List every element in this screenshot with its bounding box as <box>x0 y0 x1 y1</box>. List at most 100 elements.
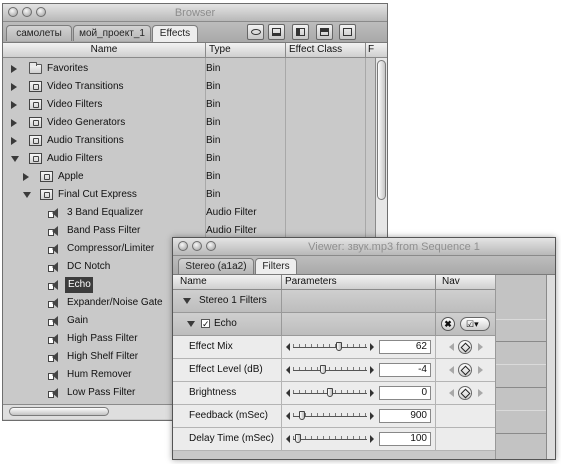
next-keyframe-icon[interactable] <box>478 343 483 351</box>
disclosure-triangle-icon[interactable] <box>11 119 17 127</box>
column-effect-class[interactable]: Effect Class <box>289 43 342 57</box>
browser-column-header: Name Type Effect Class F <box>3 43 387 58</box>
column-type[interactable]: Type <box>209 43 231 57</box>
slider-left-arrow-icon[interactable] <box>286 343 290 351</box>
slider-knob[interactable] <box>319 365 326 374</box>
list-item[interactable]: Audio Transitions Bin <box>3 132 375 150</box>
param-slider[interactable] <box>286 341 374 353</box>
remove-filter-icon[interactable]: ✖ <box>441 317 455 331</box>
column-parameters[interactable]: Parameters <box>285 275 337 289</box>
param-slider[interactable] <box>286 410 374 422</box>
layout-icon-2[interactable] <box>292 24 309 40</box>
scroll-thumb[interactable] <box>377 60 386 200</box>
list-item[interactable]: Apple Bin <box>3 168 375 186</box>
param-value-field[interactable]: 900 <box>379 409 431 423</box>
slider-left-arrow-icon[interactable] <box>286 412 290 420</box>
browser-title: Browser <box>174 7 216 19</box>
browser-titlebar[interactable]: Browser <box>3 4 387 22</box>
audio-filter-icon <box>47 244 61 255</box>
param-value-field[interactable]: 0 <box>379 386 431 400</box>
slider-right-arrow-icon[interactable] <box>370 412 374 420</box>
tab-moy-proekt-1[interactable]: мой_проект_1 <box>73 25 151 41</box>
slider-knob[interactable] <box>295 434 302 443</box>
slider-left-arrow-icon[interactable] <box>286 366 290 374</box>
next-keyframe-icon[interactable] <box>478 389 483 397</box>
add-keyframe-icon[interactable] <box>458 386 472 400</box>
group-row-stereo-1-filters[interactable]: Stereo 1 Filters <box>173 290 495 313</box>
disclosure-triangle-icon[interactable] <box>23 173 29 181</box>
slider-left-arrow-icon[interactable] <box>286 435 290 443</box>
slider-knob[interactable] <box>298 411 305 420</box>
list-item[interactable]: Video Generators Bin <box>3 114 375 132</box>
tab-stereo[interactable]: Stereo (a1a2) <box>178 258 254 274</box>
list-item[interactable]: 3 Band Equalizer Audio Filter <box>3 204 375 222</box>
bin-icon <box>40 189 53 200</box>
tab-effects[interactable]: Effects <box>152 25 198 42</box>
disclosure-triangle-expanded-icon[interactable] <box>11 156 19 162</box>
param-row-brightness: Brightness 0 <box>173 382 495 405</box>
tab-filters[interactable]: Filters <box>255 258 297 274</box>
slider-left-arrow-icon[interactable] <box>286 389 290 397</box>
prev-keyframe-icon[interactable] <box>449 366 454 374</box>
param-slider[interactable] <box>286 364 374 376</box>
minimize-window-button[interactable] <box>192 241 202 251</box>
item-name: Video Generators <box>47 117 126 128</box>
slider-right-arrow-icon[interactable] <box>370 343 374 351</box>
zoom-window-button[interactable] <box>206 241 216 251</box>
param-value-field[interactable]: 100 <box>379 432 431 446</box>
viewer-tab-row: Stereo (a1a2) Filters <box>173 256 555 275</box>
add-keyframe-icon[interactable] <box>458 340 472 354</box>
tab-samolety[interactable]: самолеты <box>6 25 72 41</box>
column-name[interactable]: Name <box>180 275 207 289</box>
item-name: High Pass Filter <box>67 333 138 344</box>
prev-keyframe-icon[interactable] <box>449 343 454 351</box>
slider-knob[interactable] <box>327 388 333 397</box>
disclosure-triangle-icon[interactable] <box>11 65 17 73</box>
next-keyframe-icon[interactable] <box>478 366 483 374</box>
column-nav[interactable]: Nav <box>442 275 460 289</box>
param-slider[interactable] <box>286 387 374 399</box>
disclosure-triangle-icon[interactable] <box>11 137 17 145</box>
param-label: Effect Level (dB) <box>189 364 263 375</box>
item-type: Bin <box>206 171 221 182</box>
list-item[interactable]: Final Cut Express Bin <box>3 186 375 204</box>
disclosure-triangle-icon[interactable] <box>11 83 17 91</box>
slider-right-arrow-icon[interactable] <box>370 435 374 443</box>
slider-right-arrow-icon[interactable] <box>370 389 374 397</box>
disclosure-triangle-expanded-icon[interactable] <box>187 321 195 327</box>
param-value-field[interactable]: -4 <box>379 363 431 377</box>
param-label: Brightness <box>189 387 237 398</box>
layout-icon-3[interactable] <box>316 24 333 40</box>
filter-enabled-checkbox[interactable]: ✓ <box>201 319 210 329</box>
item-name: Audio Filters <box>47 153 103 164</box>
layout-icon-1[interactable] <box>268 24 285 40</box>
item-type: Bin <box>206 135 221 146</box>
disclosure-triangle-icon[interactable] <box>11 101 17 109</box>
view-icon[interactable] <box>247 24 264 40</box>
param-value-field[interactable]: 62 <box>379 340 431 354</box>
slider-right-arrow-icon[interactable] <box>370 366 374 374</box>
disclosure-triangle-expanded-icon[interactable] <box>183 298 191 304</box>
item-type: Bin <box>206 63 221 74</box>
item-type: Bin <box>206 117 221 128</box>
vertical-scrollbar[interactable] <box>546 275 555 459</box>
disclosure-triangle-expanded-icon[interactable] <box>23 192 31 198</box>
add-keyframe-icon[interactable] <box>458 363 472 377</box>
layout-icon-4[interactable] <box>339 24 356 40</box>
column-name[interactable]: Name <box>3 43 205 57</box>
filter-row-echo[interactable]: ✓ Echo ✖ ☑▾ <box>173 313 495 336</box>
list-item[interactable]: Video Transitions Bin <box>3 78 375 96</box>
prev-keyframe-icon[interactable] <box>449 389 454 397</box>
param-label: Feedback (mSec) <box>189 410 268 421</box>
list-item[interactable]: Favorites Bin <box>3 60 375 78</box>
scroll-thumb[interactable] <box>9 407 109 416</box>
param-slider[interactable] <box>286 433 374 445</box>
close-window-button[interactable] <box>178 241 188 251</box>
item-name: Band Pass Filter <box>67 225 141 236</box>
list-item[interactable]: Audio Filters Bin <box>3 150 375 168</box>
column-extra[interactable]: F <box>368 43 374 57</box>
list-item[interactable]: Video Filters Bin <box>3 96 375 114</box>
viewer-titlebar[interactable]: Viewer: звук.mp3 from Sequence 1 <box>173 238 555 256</box>
slider-knob[interactable] <box>335 342 342 351</box>
filter-menu-button[interactable]: ☑▾ <box>460 317 490 331</box>
